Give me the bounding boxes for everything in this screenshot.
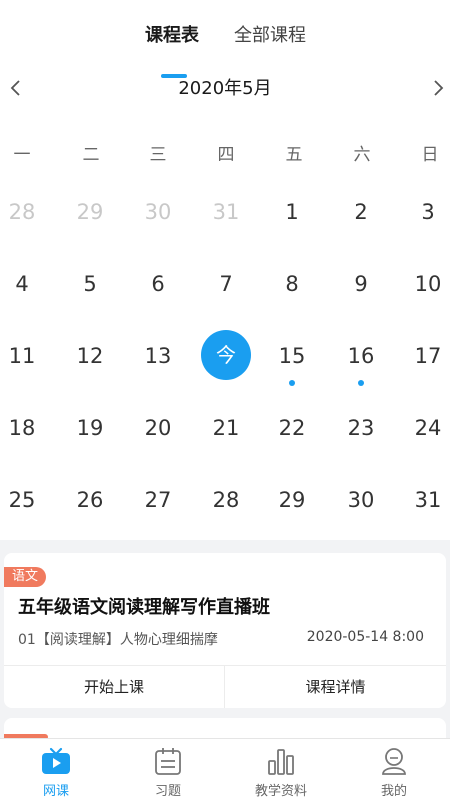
day-number: 22 bbox=[278, 416, 306, 440]
start-class-button[interactable]: 开始上课 bbox=[4, 666, 225, 708]
day-number: 1 bbox=[285, 200, 299, 224]
calendar-day[interactable]: 26 bbox=[65, 488, 115, 512]
nav-label: 习题 bbox=[154, 784, 181, 799]
calendar-day[interactable]: 8 bbox=[267, 272, 317, 296]
day-number: 21 bbox=[212, 416, 240, 440]
calendar-day[interactable]: 9 bbox=[336, 272, 386, 296]
day-number: 9 bbox=[354, 272, 368, 296]
day-number: 31 bbox=[212, 200, 240, 224]
day-number: 26 bbox=[76, 488, 104, 512]
nav-label: 网课 bbox=[42, 784, 69, 799]
calendar-day[interactable]: 1 bbox=[267, 200, 317, 224]
nav-teaching-materials[interactable]: 教学资料 bbox=[225, 739, 337, 800]
day-number: 19 bbox=[76, 416, 104, 440]
calendar-day[interactable]: 16 bbox=[336, 344, 386, 386]
day-number: 11 bbox=[8, 344, 36, 368]
calendar-day[interactable]: 28 bbox=[201, 488, 251, 512]
course-title: 五年级语文阅读理解写作直播班 bbox=[18, 597, 270, 618]
calendar-day[interactable]: 24 bbox=[403, 416, 450, 440]
nav-profile[interactable]: 我的 bbox=[338, 739, 450, 800]
day-number: 28 bbox=[212, 488, 240, 512]
calendar-day[interactable]: 20 bbox=[133, 416, 183, 440]
bar-chart-icon bbox=[268, 749, 294, 775]
day-number: 16 bbox=[347, 344, 375, 368]
day-number: 23 bbox=[347, 416, 375, 440]
tv-icon bbox=[42, 747, 70, 774]
calendar-day[interactable]: 29 bbox=[267, 488, 317, 512]
calendar-day[interactable]: 25 bbox=[0, 488, 47, 512]
nav-label: 教学资料 bbox=[254, 784, 307, 799]
day-number: 17 bbox=[414, 344, 442, 368]
calendar-day-other-month[interactable]: 31 bbox=[201, 200, 251, 224]
calendar-day[interactable]: 11 bbox=[0, 344, 47, 368]
calendar-grid: 28 29 30 31 1 2 3 4 5 6 7 8 9 10 11 12 13 今 15 16 17 18 19 20 21… bbox=[0, 0, 450, 540]
calendar-day[interactable]: 19 bbox=[65, 416, 115, 440]
calendar-day[interactable]: 3 bbox=[403, 200, 450, 224]
day-number: 5 bbox=[83, 272, 97, 296]
nav-online-class[interactable]: 网课 bbox=[0, 739, 112, 800]
day-number: 4 bbox=[15, 272, 29, 296]
day-number: 29 bbox=[76, 200, 104, 224]
day-number: 12 bbox=[76, 344, 104, 368]
day-number: 10 bbox=[414, 272, 442, 296]
calendar-exercise-icon bbox=[155, 748, 181, 775]
day-number: 24 bbox=[414, 416, 442, 440]
calendar-day-other-month[interactable]: 29 bbox=[65, 200, 115, 224]
course-detail-button[interactable]: 课程详情 bbox=[225, 666, 446, 708]
day-number: 31 bbox=[414, 488, 442, 512]
calendar-day-other-month[interactable]: 30 bbox=[133, 200, 183, 224]
calendar-day[interactable]: 22 bbox=[267, 416, 317, 440]
nav-exercises[interactable]: 习题 bbox=[112, 739, 224, 800]
calendar-day[interactable]: 31 bbox=[403, 488, 450, 512]
calendar-day[interactable]: 15 bbox=[267, 344, 317, 386]
day-number: 25 bbox=[8, 488, 36, 512]
profile-icon bbox=[382, 748, 406, 775]
calendar-day[interactable]: 17 bbox=[403, 344, 450, 368]
calendar-day-other-month[interactable]: 28 bbox=[0, 200, 47, 224]
day-number: 15 bbox=[278, 344, 306, 368]
calendar-day[interactable]: 2 bbox=[336, 200, 386, 224]
day-number: 28 bbox=[8, 200, 36, 224]
calendar-day[interactable]: 4 bbox=[0, 272, 47, 296]
day-number: 8 bbox=[285, 272, 299, 296]
has-class-dot bbox=[358, 380, 364, 386]
day-number: 13 bbox=[144, 344, 172, 368]
calendar-day[interactable]: 12 bbox=[65, 344, 115, 368]
day-number: 29 bbox=[278, 488, 306, 512]
calendar-day[interactable]: 6 bbox=[133, 272, 183, 296]
calendar-day[interactable]: 7 bbox=[201, 272, 251, 296]
subject-tag: 语文 bbox=[4, 567, 47, 587]
has-class-dot bbox=[289, 380, 295, 386]
calendar-day[interactable]: 13 bbox=[133, 344, 183, 368]
day-number: 2 bbox=[354, 200, 368, 224]
day-number: 27 bbox=[144, 488, 172, 512]
lesson-time: 2020-05-14 8:00 bbox=[306, 629, 424, 645]
day-number: 30 bbox=[347, 488, 375, 512]
calendar-day[interactable]: 10 bbox=[403, 272, 450, 296]
calendar-day[interactable]: 30 bbox=[336, 488, 386, 512]
day-number: 6 bbox=[151, 272, 165, 296]
day-number: 20 bbox=[144, 416, 172, 440]
calendar-panel: 课程表 全部课程 2020年5月 一 二 三 四 五 六 日 28 29 30 31 1… bbox=[0, 0, 450, 540]
calendar-day[interactable]: 18 bbox=[0, 416, 47, 440]
calendar-day[interactable]: 5 bbox=[65, 272, 115, 296]
calendar-day[interactable]: 23 bbox=[336, 416, 386, 440]
day-number: 18 bbox=[8, 416, 36, 440]
calendar-day[interactable]: 21 bbox=[201, 416, 251, 440]
calendar-day[interactable]: 27 bbox=[133, 488, 183, 512]
day-number: 7 bbox=[219, 272, 233, 296]
day-number: 3 bbox=[421, 200, 435, 224]
bottom-nav: 网课 习题 教学资料 我的 bbox=[0, 738, 450, 800]
day-number: 30 bbox=[144, 200, 172, 224]
today-day[interactable]: 今 bbox=[201, 330, 251, 380]
nav-label: 我的 bbox=[380, 784, 407, 799]
lesson-title: 01【阅读理解】人物心理细揣摩 bbox=[18, 632, 218, 648]
course-card[interactable]: 语文 五年级语文阅读理解写作直播班 01【阅读理解】人物心理细揣摩 2020-0… bbox=[4, 553, 446, 708]
